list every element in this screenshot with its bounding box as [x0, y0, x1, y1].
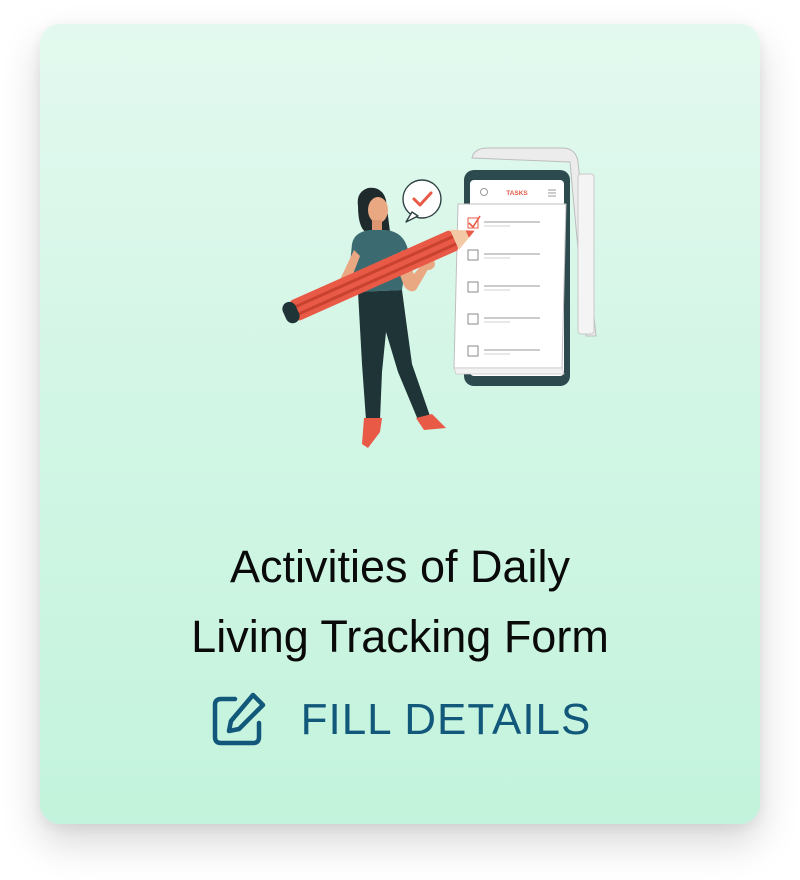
- person-figure: [336, 187, 446, 448]
- form-title-line1: Activities of Daily: [229, 541, 571, 592]
- phone-header-label: TASKS: [506, 190, 528, 197]
- form-card[interactable]: TASKS Activities of Daily Living Trackin…: [40, 24, 760, 824]
- form-title-line2: Living Tracking Form: [191, 611, 609, 662]
- form-title: Activities of Daily Living Tracking Form: [40, 532, 760, 672]
- unchecked-box-icon: [467, 313, 479, 325]
- checkmark-bubble-icon: [402, 179, 442, 223]
- unchecked-box-icon: [467, 345, 479, 357]
- fill-details-button[interactable]: FILL DETAILS: [208, 688, 592, 752]
- fill-details-label: FILL DETAILS: [300, 695, 592, 744]
- task-checklist-illustration: TASKS: [282, 147, 597, 448]
- edit-icon: [212, 692, 265, 746]
- checklist-sheet: [453, 203, 567, 375]
- unchecked-box-icon: [467, 281, 479, 293]
- unchecked-box-icon: [467, 249, 479, 261]
